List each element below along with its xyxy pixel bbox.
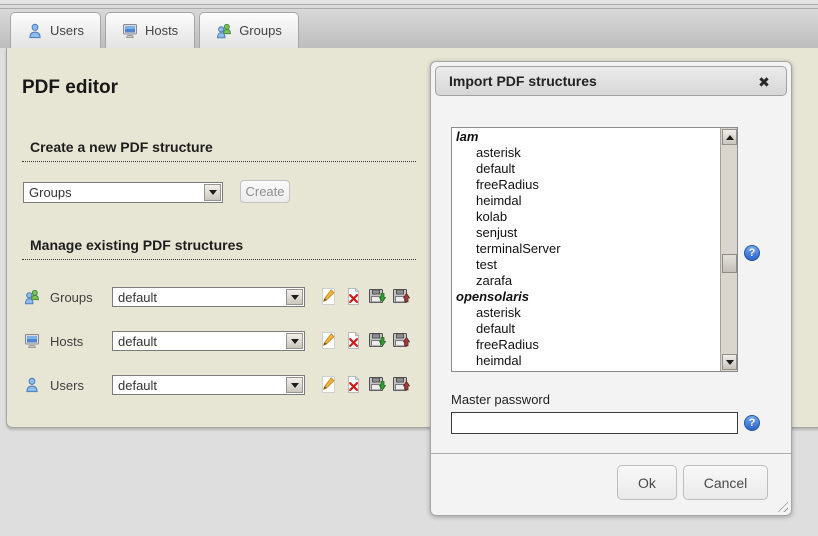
chevron-down-icon: [286, 289, 303, 305]
list-item[interactable]: asterisk: [452, 305, 720, 321]
create-button[interactable]: Create: [240, 180, 290, 203]
list-item[interactable]: heimdal: [452, 193, 720, 209]
export-icon[interactable]: [369, 376, 387, 394]
scroll-up-icon[interactable]: [722, 129, 737, 145]
host-icon: [24, 333, 40, 354]
chevron-down-icon: [286, 377, 303, 393]
pdf-structures-list: lamasteriskdefaultfreeRadiusheimdalkolab…: [452, 129, 720, 372]
pdf-structures-listbox[interactable]: lamasteriskdefaultfreeRadiusheimdalkolab…: [451, 127, 738, 372]
dialog-titlebar[interactable]: Import PDF structures ✖: [435, 66, 787, 96]
list-item[interactable]: default: [452, 321, 720, 337]
host-icon: [122, 23, 138, 39]
list-item[interactable]: freeRadius: [452, 177, 720, 193]
list-item[interactable]: senjust: [452, 225, 720, 241]
dialog-button-pane: Ok Cancel: [431, 453, 791, 454]
list-item[interactable]: zarafa: [452, 273, 720, 289]
group-icon: [24, 289, 40, 310]
manage-row-label: Groups: [50, 290, 93, 305]
list-item[interactable]: kolab: [452, 209, 720, 225]
manage-row-groups: Groups default: [0, 287, 430, 309]
new-structure-type-select[interactable]: Groups: [23, 182, 223, 203]
new-structure-type-value: Groups: [24, 183, 203, 202]
import-icon[interactable]: [393, 288, 411, 306]
master-password-input[interactable]: [451, 412, 738, 434]
tab-hosts[interactable]: Hosts: [105, 12, 195, 48]
scrollbar-thumb[interactable]: [722, 254, 737, 273]
delete-icon[interactable]: [345, 332, 363, 350]
tab-hosts-label: Hosts: [145, 23, 178, 38]
list-item[interactable]: asterisk: [452, 145, 720, 161]
top-spacer: [0, 0, 818, 5]
tab-groups[interactable]: Groups: [199, 12, 299, 48]
manage-row-label: Users: [50, 378, 84, 393]
close-icon[interactable]: ✖: [754, 72, 774, 92]
import-pdf-structures-dialog: Import PDF structures ✖ PDF structures l…: [430, 61, 792, 516]
list-item[interactable]: test: [452, 257, 720, 273]
tab-groups-label: Groups: [239, 23, 282, 38]
tab-users-label: Users: [50, 23, 84, 38]
user-icon: [27, 23, 43, 39]
pencil-icon[interactable]: [320, 376, 338, 394]
list-item[interactable]: terminalServer: [452, 241, 720, 257]
manage-row-hosts: Hosts default: [0, 331, 430, 353]
chevron-down-icon: [204, 184, 221, 201]
groups-structure-select[interactable]: default: [112, 287, 305, 307]
user-icon: [24, 377, 40, 398]
listbox-scrollbar[interactable]: [720, 128, 737, 371]
ok-button[interactable]: Ok: [617, 465, 677, 500]
import-icon[interactable]: [393, 332, 411, 350]
hosts-structure-select[interactable]: default: [112, 331, 305, 351]
manage-section-heading: Manage existing PDF structures: [22, 237, 416, 260]
help-icon[interactable]: [744, 415, 760, 431]
delete-icon[interactable]: [345, 376, 363, 394]
list-item[interactable]: default: [452, 161, 720, 177]
delete-icon[interactable]: [345, 288, 363, 306]
import-icon[interactable]: [393, 376, 411, 394]
export-icon[interactable]: [369, 288, 387, 306]
pencil-icon[interactable]: [320, 332, 338, 350]
page-title: PDF editor: [22, 77, 118, 99]
manage-row-users: Users default: [0, 375, 430, 397]
users-structure-select[interactable]: default: [112, 375, 305, 395]
chevron-down-icon: [286, 333, 303, 349]
master-password-label: Master password: [451, 392, 550, 407]
group-icon: [216, 23, 232, 39]
manage-row-label: Hosts: [50, 334, 83, 349]
list-group-header[interactable]: lam: [452, 129, 720, 145]
create-section-heading: Create a new PDF structure: [22, 139, 416, 162]
list-item[interactable]: heimdal: [452, 353, 720, 369]
export-icon[interactable]: [369, 332, 387, 350]
dialog-title: Import PDF structures: [436, 73, 597, 89]
account-type-tabstrip: Users Hosts Groups: [0, 6, 818, 48]
pencil-icon[interactable]: [320, 288, 338, 306]
cancel-button[interactable]: Cancel: [683, 465, 768, 500]
list-group-header[interactable]: opensolaris: [452, 289, 720, 305]
pdf-editor-page: Users Hosts Groups PDF editor Create a n…: [0, 0, 818, 536]
list-item[interactable]: freeRadius: [452, 337, 720, 353]
scroll-down-icon[interactable]: [722, 354, 737, 370]
help-icon[interactable]: [744, 245, 760, 261]
list-item[interactable]: kolab: [452, 369, 720, 372]
resize-handle[interactable]: [775, 499, 788, 512]
tab-users[interactable]: Users: [10, 12, 101, 48]
